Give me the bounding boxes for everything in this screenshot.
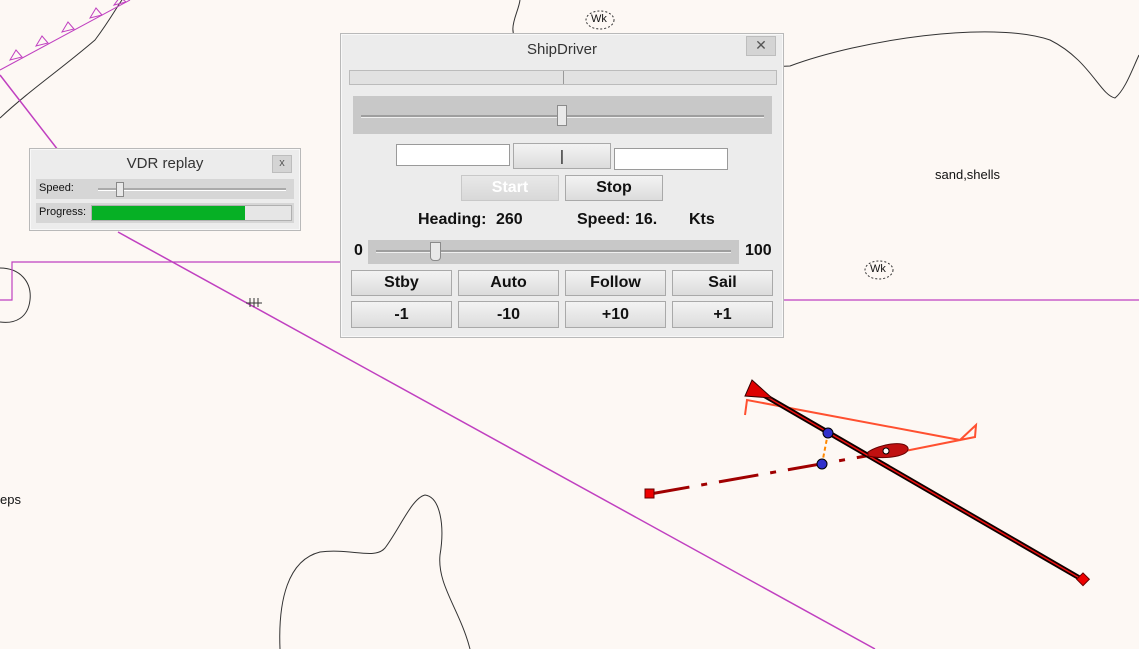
waypoint-marker — [816, 458, 828, 470]
vdr-window-title: VDR replay — [126, 155, 204, 172]
right-field[interactable] — [614, 148, 728, 170]
vdr-speed-slider-thumb[interactable] — [116, 182, 124, 197]
auto-button[interactable]: Auto — [458, 270, 559, 296]
predicted-track — [649, 448, 901, 496]
restricted-area-edge — [0, 0, 131, 71]
coastline-contour — [0, 0, 123, 119]
follow-button[interactable]: Follow — [565, 270, 666, 296]
speed-label: Speed: — [577, 211, 631, 228]
waypoint-marker — [822, 427, 834, 439]
vdr-close-button[interactable]: x — [272, 155, 292, 173]
track-endpoint — [644, 488, 655, 499]
heading-arrow — [744, 379, 774, 399]
rudder-slider-thumb[interactable] — [557, 105, 567, 126]
boundary-line — [0, 261, 340, 301]
heading-value: 260 — [496, 211, 523, 228]
start-button[interactable]: Start — [461, 175, 559, 201]
vdr-progress-fill — [92, 206, 246, 220]
speed-min-label: 0 — [354, 242, 363, 259]
vdr-speed-label: Speed: — [39, 182, 74, 194]
shipdriver-window-title: ShipDriver — [526, 41, 598, 58]
vdr-replay-window[interactable]: VDR replay x Speed: Progress: — [29, 148, 301, 231]
route-line — [0, 74, 59, 151]
stby-button[interactable]: Stby — [351, 270, 452, 296]
coastline-contour — [0, 267, 31, 323]
shipdriver-window[interactable]: ShipDriver ✕ | Start Stop Heading: 260 S… — [340, 33, 784, 338]
left-field[interactable] — [396, 144, 510, 166]
vdr-speed-row: Speed: — [36, 179, 294, 199]
restricted-area-hatch — [8, 0, 128, 61]
minus-1-button[interactable]: -1 — [351, 301, 452, 328]
minus-10-button[interactable]: -10 — [458, 301, 559, 328]
chart-label-sand-shells: sand,shells — [935, 167, 1001, 182]
speed-value: 16. — [635, 211, 658, 228]
sail-button[interactable]: Sail — [672, 270, 773, 296]
speed-max-label: 100 — [745, 242, 772, 259]
plus-1-button[interactable]: +1 — [672, 301, 773, 328]
stop-button[interactable]: Stop — [565, 175, 663, 201]
chart-label-eps: eps — [0, 492, 21, 507]
vessel-track — [744, 398, 978, 453]
coastline-contour — [279, 494, 471, 649]
cable-marker — [246, 298, 262, 307]
speed-unit: Kts — [689, 211, 715, 228]
vdr-progress-bar — [91, 205, 292, 221]
chart-label-wreck: Wk — [870, 263, 886, 275]
heading-line-inner — [754, 389, 1084, 581]
own-vessel-center — [882, 447, 890, 455]
speed-slider[interactable] — [368, 240, 739, 264]
rudder-slider[interactable] — [353, 96, 772, 134]
rudder-center-button[interactable]: | — [513, 143, 611, 169]
chart-label-wreck: Wk — [591, 13, 607, 25]
vdr-speed-slider[interactable] — [98, 188, 286, 191]
speed-slider-thumb[interactable] — [430, 242, 441, 261]
plus-10-button[interactable]: +10 — [565, 301, 666, 328]
shipdriver-status-bar — [349, 70, 777, 85]
heading-label: Heading: — [418, 211, 487, 228]
vdr-progress-label: Progress: — [39, 206, 87, 218]
shipdriver-close-button[interactable]: ✕ — [746, 36, 776, 56]
vdr-progress-row: Progress: — [36, 203, 294, 223]
